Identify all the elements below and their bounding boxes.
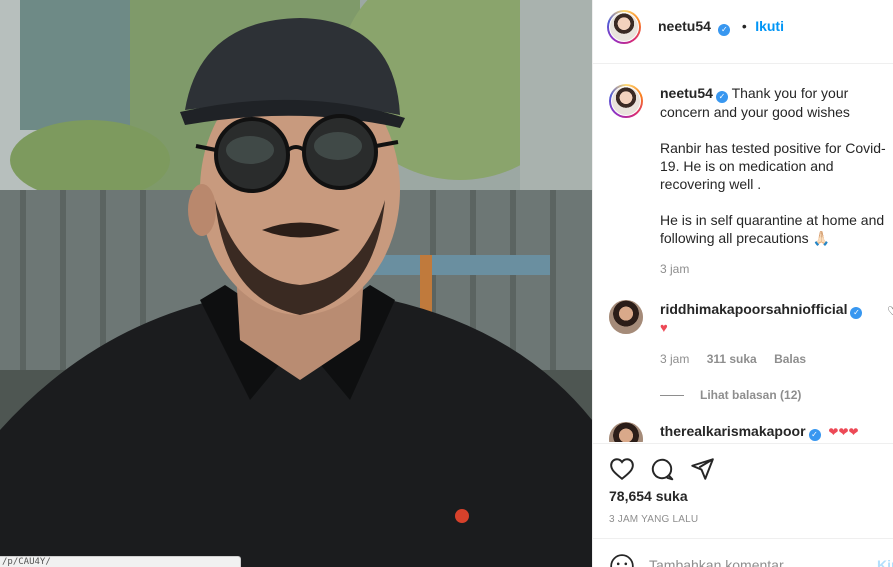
replies-divider: [660, 394, 684, 396]
comment-input[interactable]: Tambahkan komentar...: [649, 557, 795, 567]
comment-text: ♥: [660, 320, 668, 335]
heart-icon[interactable]: [609, 456, 635, 482]
like-count[interactable]: 78,654 suka: [609, 488, 688, 504]
verified-icon: ✓: [808, 429, 821, 441]
view-replies-label: Lihat balasan (12): [700, 388, 802, 402]
comment-like-count[interactable]: 311 suka: [707, 352, 757, 366]
comment-body: therealkarismakapoor ✓ ❤❤❤: [660, 422, 893, 441]
emoji-icon[interactable]: [609, 553, 635, 567]
paper-plane-icon[interactable]: [689, 456, 715, 482]
add-comment-bar: Tambahkan komentar... Kirim: [593, 538, 893, 567]
comment-meta: 3 jam 311 suka Balas: [660, 350, 893, 368]
header-username[interactable]: neetu54: [658, 18, 711, 34]
status-url: /p/CAU4Y/: [0, 556, 241, 567]
comment-icon[interactable]: [649, 456, 675, 482]
bookmark-icon[interactable]: [889, 456, 893, 482]
reply-button[interactable]: Balas: [774, 352, 806, 366]
follow-button[interactable]: Ikuti: [755, 18, 784, 34]
caption-avatar[interactable]: [609, 84, 643, 118]
comment-time[interactable]: 3 jam: [660, 352, 689, 366]
caption-username[interactable]: neetu54: [660, 85, 713, 101]
caption-time[interactable]: 3 jam: [660, 262, 689, 276]
caption-body: neetu54 ✓ Thank you for your concern and …: [660, 84, 893, 278]
verified-icon: ✓: [715, 91, 728, 103]
avatar[interactable]: [607, 10, 641, 44]
comment-username[interactable]: riddhimakapoorsahniofficial: [660, 301, 847, 317]
comment-avatar[interactable]: [609, 422, 643, 442]
comment-text: ❤❤❤: [828, 425, 859, 439]
post-comment-button[interactable]: Kirim: [877, 557, 893, 567]
caption-meta: 3 jam: [660, 260, 893, 278]
comment-avatar[interactable]: [609, 300, 643, 334]
post-side-panel: neetu54 ✓ • Ikuti neetu54 ✓ Thank you for…: [592, 0, 893, 567]
comment-like-heart-icon[interactable]: ♡: [887, 304, 893, 318]
verified-icon: ✓: [718, 24, 731, 36]
comment-username[interactable]: therealkarismakapoor: [660, 423, 806, 439]
photo-illustration: [0, 0, 592, 567]
header-user-row: neetu54 ✓ • Ikuti: [658, 18, 784, 36]
post-header: neetu54 ✓ • Ikuti: [593, 0, 893, 64]
caption-text: Thank you for your concern and your good…: [660, 85, 886, 246]
verified-icon: ✓: [850, 307, 863, 319]
comment-body: riddhimakapoorsahniofficial ✓ ♥ 3 jam 311…: [660, 300, 893, 404]
separator-dot: •: [741, 18, 747, 34]
view-replies-button[interactable]: Lihat balasan (12): [660, 386, 893, 404]
post-photo[interactable]: /p/CAU4Y/: [0, 0, 592, 567]
post-time-ago[interactable]: 3 JAM YANG LALU: [609, 514, 698, 525]
comments-list[interactable]: neetu54 ✓ Thank you for your concern and …: [593, 64, 893, 442]
